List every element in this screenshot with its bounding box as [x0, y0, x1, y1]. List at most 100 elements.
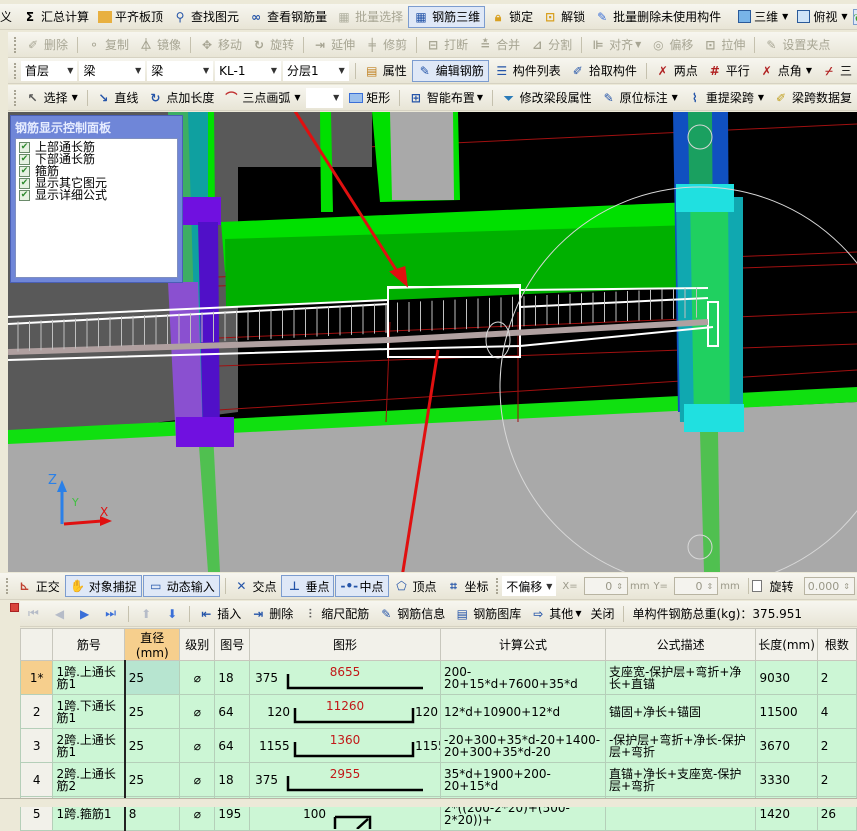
dynamic-input-toggle[interactable]: ▭动态输入: [143, 575, 220, 597]
last-record-icon[interactable]: ⏭: [105, 606, 116, 621]
cell-shape[interactable]: 3758655: [250, 661, 441, 695]
break-button[interactable]: ⊟打断: [421, 34, 472, 56]
cell-length[interactable]: 3670: [756, 729, 817, 763]
trim-button[interactable]: ╪修剪: [360, 34, 411, 56]
type-select[interactable]: 梁▼: [147, 61, 213, 81]
summary-calc-button[interactable]: Σ汇总计算: [18, 6, 93, 28]
midpoint-snap-toggle[interactable]: -•-中点: [335, 575, 388, 597]
col-header-length[interactable]: 长度(mm): [756, 629, 817, 661]
rotate-angle-input[interactable]: 0.000⇕: [804, 577, 855, 595]
object-snap-toggle[interactable]: ✋对象捕捉: [65, 575, 142, 597]
cell-shape[interactable]: 12011260120: [250, 695, 441, 729]
cell-desc[interactable]: 支座宽-保护层+弯折+净长+直锚: [605, 661, 756, 695]
cell-length[interactable]: 9030: [756, 661, 817, 695]
spinner-icon[interactable]: ⇕: [616, 582, 623, 591]
arc-param-select[interactable]: ▼: [306, 88, 344, 108]
other-menu-button[interactable]: ⇨其他▼: [526, 603, 585, 625]
col-header-formula-desc[interactable]: 公式描述: [605, 629, 756, 661]
col-header-diameter[interactable]: 直径(mm): [125, 629, 180, 661]
component-list-button[interactable]: ☰构件列表: [490, 60, 565, 82]
edit-rebar-button[interactable]: ✎编辑钢筋: [412, 60, 489, 82]
merge-button[interactable]: ≛合并: [473, 34, 524, 56]
option-show-detailed-formula[interactable]: ✔显示详细公式: [19, 189, 174, 201]
parallel-button[interactable]: #平行: [703, 60, 754, 82]
cell-shape[interactable]: 3752955: [250, 763, 441, 797]
cell-desc[interactable]: -保护层+弯折+净长-保护层+弯折: [605, 729, 756, 763]
toolbar-grip[interactable]: [14, 90, 17, 106]
cell-count[interactable]: 4: [817, 695, 856, 729]
cell-shape[interactable]: 115513601155: [250, 729, 441, 763]
spinner-icon[interactable]: ⇕: [843, 582, 850, 591]
row-number[interactable]: 1*: [21, 661, 53, 695]
cell-formula[interactable]: 200-20+15*d+7600+35*d: [441, 661, 606, 695]
rebar-3d-button[interactable]: ▦钢筋三维: [408, 6, 485, 28]
cell-diameter[interactable]: 25: [125, 763, 180, 797]
table-row[interactable]: 32跨.上通长筋125⌀64115513601155-20+300+35*d-2…: [21, 729, 857, 763]
cell-count[interactable]: 2: [817, 763, 856, 797]
rectangle-button[interactable]: 矩形: [345, 87, 394, 109]
coordinate-snap-toggle[interactable]: ⌗坐标: [442, 575, 493, 597]
lock-button[interactable]: 🔒︎锁定: [486, 6, 537, 28]
cell-length[interactable]: 3330: [756, 763, 817, 797]
properties-button[interactable]: ▤属性: [360, 60, 411, 82]
move-button[interactable]: ✥移动: [195, 34, 246, 56]
next-record-icon[interactable]: ▶: [80, 607, 89, 621]
insert-row-button[interactable]: ⇤插入: [194, 603, 245, 625]
spinner-icon[interactable]: ⇕: [707, 582, 714, 591]
cell-length[interactable]: 11500: [756, 695, 817, 729]
three-point-arc-button[interactable]: ⌒三点画弧▼: [219, 87, 304, 109]
cell-figure[interactable]: 18: [215, 661, 250, 695]
category-select[interactable]: 梁▼: [79, 61, 145, 81]
cell-desc[interactable]: 直锚+净长+支座宽-保护层+弯折: [605, 763, 756, 797]
delete-button[interactable]: ✐删除: [21, 34, 72, 56]
cell-diameter[interactable]: 25: [125, 661, 180, 695]
cell-grade[interactable]: ⌀: [180, 695, 215, 729]
smart-layout-button[interactable]: ⊞智能布置▼: [404, 87, 487, 109]
row-number[interactable]: 2: [21, 695, 53, 729]
ortho-toggle[interactable]: ⊾正交: [13, 575, 64, 597]
cell-grade[interactable]: ⌀: [180, 661, 215, 695]
checkbox-checked-icon[interactable]: ✔: [19, 154, 30, 165]
close-button[interactable]: 关闭: [586, 603, 618, 625]
toolbar-grip[interactable]: [14, 37, 17, 53]
split-button[interactable]: ⊿分割: [525, 34, 576, 56]
y-offset-input[interactable]: 0⇕: [674, 577, 718, 595]
view-3d-dropdown[interactable]: 三维▼: [734, 6, 792, 28]
copy-span-data-button[interactable]: ✐梁跨数据复: [769, 87, 856, 109]
cell-grade[interactable]: ⌀: [180, 729, 215, 763]
col-header-count[interactable]: 根数: [817, 629, 856, 661]
pick-component-button[interactable]: ✐拾取构件: [566, 60, 641, 82]
offset-button[interactable]: ◎偏移: [646, 34, 697, 56]
col-header-grade[interactable]: 级别: [180, 629, 215, 661]
intersection-snap-toggle[interactable]: ✕交点: [229, 575, 280, 597]
mirror-button[interactable]: ⏃镜像: [134, 34, 185, 56]
cell-figure[interactable]: 64: [215, 695, 250, 729]
toolbar-grip[interactable]: [6, 578, 9, 594]
cell-name[interactable]: 1跨.下通长筋1: [53, 695, 125, 729]
row-number[interactable]: 3: [21, 729, 53, 763]
cell-formula[interactable]: 35*d+1900+200-20+15*d: [441, 763, 606, 797]
checkbox-checked-icon[interactable]: ✔: [19, 190, 30, 201]
batch-select-button[interactable]: ▦批量选择: [332, 6, 407, 28]
table-row[interactable]: 1*1跨.上通长筋125⌀183758655200-20+15*d+7600+3…: [21, 661, 857, 695]
toolbar-grip[interactable]: [496, 578, 499, 594]
offset-mode-select[interactable]: 不偏移▼: [502, 576, 556, 596]
floor-select[interactable]: 首层▼: [21, 61, 78, 81]
cell-diameter[interactable]: 25: [125, 695, 180, 729]
find-element-button[interactable]: ⚲查找图元: [168, 6, 243, 28]
layer-select[interactable]: 分层1▼: [283, 61, 349, 81]
cell-desc[interactable]: 锚固+净长+锚固: [605, 695, 756, 729]
in-situ-annotation-button[interactable]: ✎原位标注▼: [597, 87, 682, 109]
modify-beam-segment-button[interactable]: ⏷修改梁段属性: [497, 87, 596, 109]
reextract-span-button[interactable]: ⌇重提梁跨▼: [683, 87, 768, 109]
checkbox-checked-icon[interactable]: ✔: [19, 166, 30, 177]
table-row[interactable]: 42跨.上通长筋225⌀18375295535*d+1900+200-20+15…: [21, 763, 857, 797]
top-view-dropdown[interactable]: 俯视▼: [793, 6, 851, 28]
cell-name[interactable]: 1跨.上通长筋1: [53, 661, 125, 695]
batch-delete-unused-button[interactable]: ✎批量删除未使用构件: [590, 6, 725, 28]
orbit-handle-center[interactable]: [486, 322, 510, 358]
cell-figure[interactable]: 64: [215, 729, 250, 763]
cell-formula[interactable]: -20+300+35*d-20+1400-20+300+35*d-20: [441, 729, 606, 763]
cell-grade[interactable]: ⌀: [180, 763, 215, 797]
component-select[interactable]: KL-1▼: [215, 61, 281, 81]
